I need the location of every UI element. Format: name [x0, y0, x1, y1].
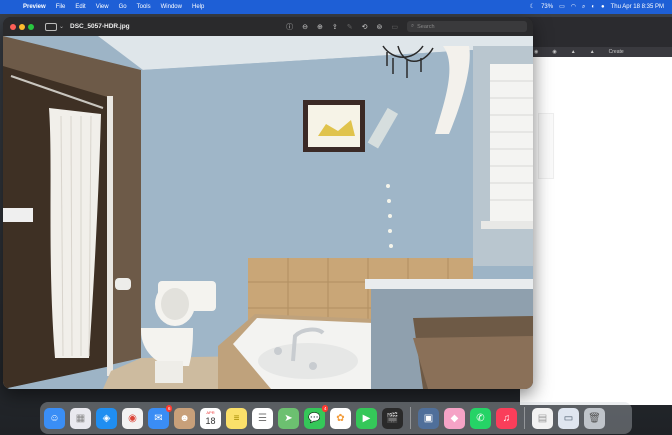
safari-icon[interactable]: ◈: [96, 407, 117, 429]
mail-icon[interactable]: ✉ 6: [148, 404, 172, 429]
photo-canvas[interactable]: [3, 36, 533, 389]
calendar-icon[interactable]: APR 18: [200, 407, 221, 429]
dock-separator-2: [524, 407, 525, 429]
finder-icon[interactable]: ☺: [44, 407, 65, 429]
menu-go[interactable]: Go: [114, 0, 132, 14]
background-window[interactable]: ◉ ◉ ▲ ▲ Create: [520, 17, 672, 405]
minimize-button[interactable]: [19, 23, 25, 30]
whatsapp-icon[interactable]: ✆: [470, 407, 491, 429]
chrome-icon[interactable]: ◉: [122, 407, 143, 429]
markup-icon[interactable]: ✎: [347, 23, 353, 31]
moon-icon[interactable]: ☾: [530, 0, 535, 14]
calendar-day: 18: [205, 416, 216, 426]
menu-help[interactable]: Help: [187, 0, 209, 14]
highlight-icon[interactable]: ▭: [391, 23, 398, 31]
launchpad-icon[interactable]: ▦: [70, 407, 91, 429]
menu-view[interactable]: View: [91, 0, 114, 14]
menu-tools[interactable]: Tools: [132, 0, 156, 14]
menu-edit[interactable]: Edit: [70, 0, 90, 14]
pixelmator-icon[interactable]: ◆: [444, 407, 465, 429]
background-toolbar: [520, 17, 672, 47]
menu-bar: Preview File Edit View Go Tools Window H…: [0, 0, 672, 14]
control-center-icon[interactable]: ◐: [591, 0, 595, 14]
document-icon[interactable]: ▤: [532, 407, 553, 429]
search-icon: ⌕: [411, 23, 415, 29]
background-tabs: ◉ ◉ ▲ ▲ Create: [520, 47, 672, 57]
reminders-icon[interactable]: ☰: [252, 407, 273, 429]
mail-badge: 6: [166, 404, 172, 412]
notes-icon[interactable]: ≡: [226, 407, 247, 429]
dock-separator: [410, 407, 411, 429]
window-title: DSC_5057-HDR.jpg: [70, 23, 130, 30]
markup-toolbar-icon[interactable]: ⊚: [377, 23, 383, 31]
music-icon[interactable]: ♫: [496, 407, 517, 429]
screenshot-file-icon[interactable]: ▭: [558, 407, 579, 429]
menu-file[interactable]: File: [51, 0, 71, 14]
search-field[interactable]: ⌕ Search: [407, 21, 527, 32]
info-icon[interactable]: ⓘ: [286, 22, 293, 32]
tab-icon-1[interactable]: ◉: [534, 49, 538, 55]
contacts-icon[interactable]: ☻: [174, 407, 195, 429]
status-area: ☾ 73% ▭ ◠ ⌕ ◐ ● Thu Apr 18 8:35 PM: [530, 0, 672, 14]
sidebar-toggle-icon[interactable]: [45, 22, 57, 31]
photos-icon[interactable]: ✿: [330, 407, 351, 429]
toolbar: ⓘ ⊖ ⊕ ⇪ ✎ ⟲ ⊚ ▭ ⌕ Search: [286, 21, 527, 32]
siri-icon[interactable]: ●: [601, 0, 605, 14]
bathroom-photo: [3, 36, 533, 389]
menu-window[interactable]: Window: [156, 0, 187, 14]
zoom-out-icon[interactable]: ⊖: [302, 23, 308, 31]
share-icon[interactable]: ⇪: [332, 23, 338, 31]
menu-clock[interactable]: Thu Apr 18 8:35 PM: [611, 0, 664, 14]
zoom-button[interactable]: [28, 23, 34, 30]
tab-icon-3[interactable]: ▲: [571, 49, 576, 55]
preview-window: ⌄ DSC_5057-HDR.jpg ⓘ ⊖ ⊕ ⇪ ✎ ⟲ ⊚ ▭ ⌕ Sea…: [3, 17, 533, 389]
battery-icon[interactable]: ▭: [559, 0, 565, 14]
search-placeholder: Search: [417, 23, 435, 30]
messages-badge: 4: [322, 404, 328, 412]
trash-icon[interactable]: 🗑: [584, 407, 605, 429]
messages-icon[interactable]: 💬 4: [304, 404, 328, 429]
wifi-icon[interactable]: ◠: [571, 0, 576, 14]
background-card: [538, 113, 554, 179]
tab-create[interactable]: Create: [609, 49, 624, 55]
tab-icon-2[interactable]: ◉: [552, 49, 556, 55]
preview-icon[interactable]: ▣: [418, 407, 439, 429]
final-cut-icon[interactable]: 🎬: [382, 407, 403, 429]
chevron-down-icon[interactable]: ⌄: [59, 23, 64, 30]
close-button[interactable]: [10, 23, 16, 30]
dock: ☺ ▦ ◈ ◉ ✉ 6 ☻ APR 18 ≡ ☰ ➤ 💬 4 ✿ ▶ 🎬 ▣ ◆ ✆…: [40, 402, 632, 434]
search-icon[interactable]: ⌕: [582, 0, 585, 14]
facetime-icon[interactable]: ▶: [356, 407, 377, 429]
menu-app-name[interactable]: Preview: [18, 0, 51, 14]
maps-icon[interactable]: ➤: [278, 407, 299, 429]
battery-percent: 73%: [541, 4, 554, 10]
tab-icon-4[interactable]: ▲: [590, 49, 595, 55]
rotate-icon[interactable]: ⟲: [362, 23, 368, 31]
zoom-in-icon[interactable]: ⊕: [317, 23, 323, 31]
title-bar: ⌄ DSC_5057-HDR.jpg ⓘ ⊖ ⊕ ⇪ ✎ ⟲ ⊚ ▭ ⌕ Sea…: [3, 17, 533, 36]
